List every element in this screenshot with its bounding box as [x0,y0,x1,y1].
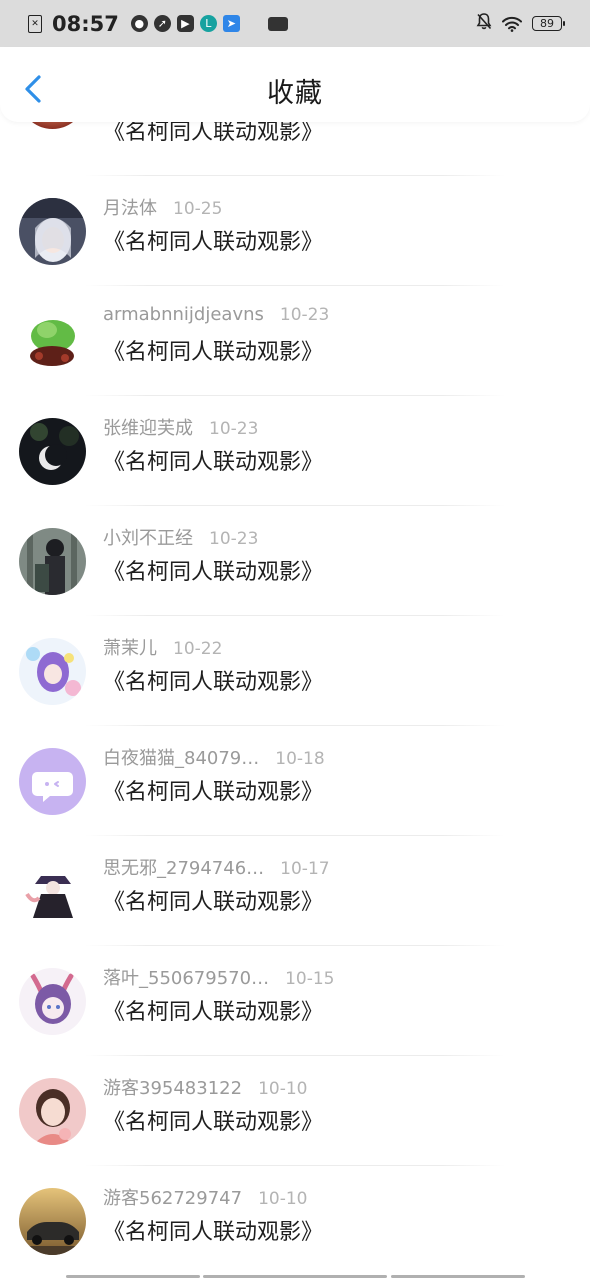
gesture-indicator [66,1275,200,1278]
date: 10-23 [209,529,259,549]
app-notification-icon: ● [130,15,148,32]
username: 思无邪_2794746… [103,858,265,879]
date: 10-25 [173,199,223,219]
list-item[interactable]: 萧茉儿 10-22 《名柯同人联动观影》 [0,616,590,726]
username: 白夜猫猫_84079… [103,748,260,769]
status-bar: ✕ 08:57 ● ➚ ▶ L ➤ 89 [0,0,590,47]
date: 10-15 [285,969,335,989]
list-item[interactable]: 落叶_550679570… 10-15 《名柯同人联动观影》 [0,946,590,1056]
date: 10-22 [173,639,223,659]
list-item[interactable]: 月法体 10-25 《名柯同人联动观影》 [0,176,590,286]
gesture-indicator [203,1275,387,1278]
page-title: 收藏 [267,78,323,109]
wifi-icon [502,16,522,32]
status-left: ✕ 08:57 ● ➚ ▶ L ➤ [28,12,288,36]
list-item[interactable]: 小刘不正经 10-23 《名柯同人联动观影》 [0,506,590,616]
item-title: 《名柯同人联动观影》 [103,780,324,805]
item-title: 《名柯同人联动观影》 [103,670,324,695]
item-meta: 游客395483122 10-10 [103,1074,307,1100]
item-title: 《名柯同人联动观影》 [103,230,324,255]
date: 10-10 [258,1189,308,1209]
battery-indicator: 89 [532,16,565,31]
date: 10-10 [258,1079,308,1099]
item-meta: 思无邪_2794746… 10-17 [103,854,330,880]
date: 10-17 [280,859,330,879]
username: 游客562729747 [103,1188,243,1209]
list-item[interactable]: 游客395483122 10-10 《名柯同人联动观影》 [0,1056,590,1166]
message-notification-icon: ➤ [222,15,240,32]
date: 10-23 [209,419,259,439]
item-title: 《名柯同人联动观影》 [103,560,324,585]
item-title: 《名柯同人联动观影》 [103,1000,324,1025]
video-notification-icon: ▶ [176,15,194,32]
avatar [19,308,86,375]
avatar [19,1078,86,1145]
avatar [19,748,86,815]
item-title: 《名柯同人联动观影》 [103,1220,324,1245]
item-title: 《名柯同人联动观影》 [103,890,324,915]
avatar [19,528,86,595]
username: 张维迎芙成 [103,418,193,439]
avatar [19,638,86,705]
item-meta: 游客562729747 10-10 [103,1184,307,1210]
item-meta: 萧茉儿 10-22 [103,634,222,660]
item-title: 《名柯同人联动观影》 [103,450,324,475]
compass-notification-icon: ➚ [153,15,171,32]
list-item[interactable]: 白夜猫猫_84079… 10-18 《名柯同人联动观影》 [0,726,590,836]
username: 小刘不正经 [103,528,193,549]
storage-notification-icon [267,16,288,31]
avatar [19,418,86,485]
item-title: 《名柯同人联动观影》 [103,340,324,365]
status-time: 08:57 [52,11,119,36]
item-meta: 张维迎芙成 10-23 [103,414,258,440]
item-meta: armabnnijdjeavns 10-23 [103,304,329,325]
item-meta: 小刘不正经 10-23 [103,524,258,550]
username: 游客395483122 [103,1078,243,1099]
list-item[interactable]: 张维迎芙成 10-23 《名柯同人联动观影》 [0,396,590,506]
favorites-list: 《名柯同人联动观影》 月法体 10-25 《名柯同人联动观影》 armabnni… [0,62,590,1276]
avatar [19,198,86,265]
date: 10-23 [279,305,330,325]
avatar [19,968,86,1035]
mute-bell-icon [476,13,492,34]
item-meta: 月法体 10-25 [103,194,222,220]
username: 月法体 [103,198,157,219]
avatar [19,1188,86,1255]
item-title: 《名柯同人联动观影》 [103,1110,324,1135]
username: 萧茉儿 [103,638,157,659]
avatar [19,858,86,925]
date: 10-18 [275,749,325,769]
sim-card-icon: ✕ [28,14,42,33]
item-meta: 落叶_550679570… 10-15 [103,964,334,990]
navigation-header: 收藏 [0,47,590,122]
username: 落叶_550679570… [103,968,270,989]
gesture-indicator [391,1275,525,1278]
status-right: 89 [476,13,565,34]
list-item[interactable]: armabnnijdjeavns 10-23 《名柯同人联动观影》 [0,286,590,396]
list-item[interactable]: 思无邪_2794746… 10-17 《名柯同人联动观影》 [0,836,590,946]
item-meta: 白夜猫猫_84079… 10-18 [103,744,325,770]
username: armabnnijdjeavns [103,304,264,325]
browser-notification-icon: L [199,15,217,32]
list-item[interactable]: 游客562729747 10-10 《名柯同人联动观影》 [0,1166,590,1276]
